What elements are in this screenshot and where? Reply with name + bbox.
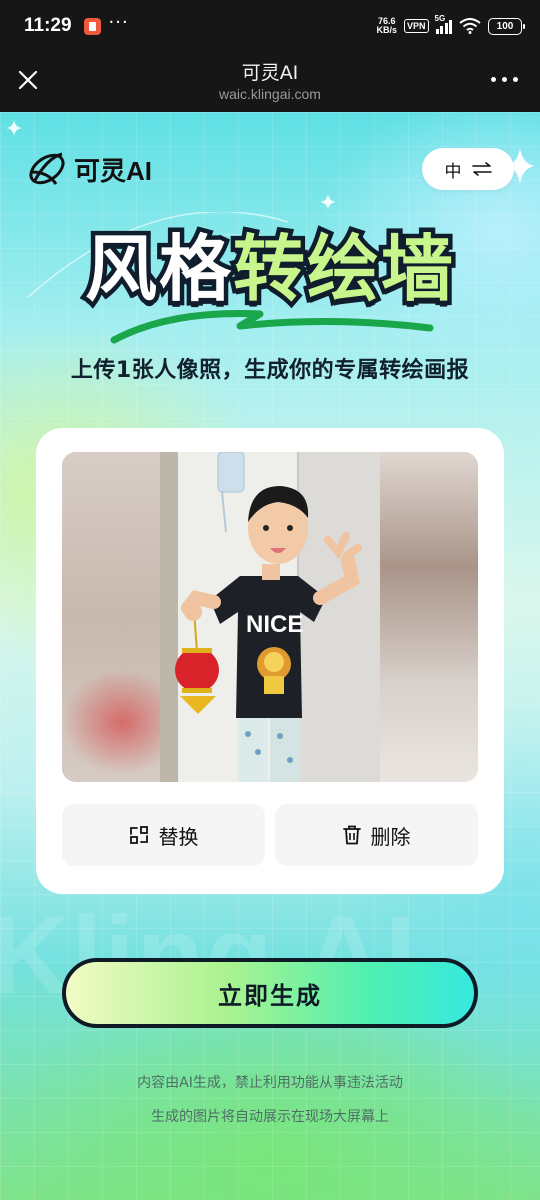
display-notice-text: 生成的图片将自动展示在现场大屏幕上 [151, 1109, 389, 1125]
status-time: 11:29 [24, 15, 72, 36]
replace-icon [129, 826, 148, 844]
browser-url: waic.klingai.com [219, 86, 321, 102]
status-indicators: 76.6 KB/s VPN 5G 100 [376, 14, 525, 35]
wifi-icon [459, 18, 481, 34]
language-label: 中 [444, 161, 462, 182]
battery-level: 100 [496, 20, 514, 32]
uploaded-photo-image: NICE [160, 452, 380, 782]
hero-swoosh [110, 310, 434, 344]
uploaded-photo: NICE [62, 452, 478, 782]
browser-title: 可灵AI [241, 62, 299, 84]
card-actions: 替换 删除 [62, 804, 478, 866]
trash-icon [342, 825, 361, 845]
vpn-badge: VPN [403, 19, 429, 33]
upload-card: NICE 替换 删除 [36, 428, 504, 894]
kling-logo: 可灵AI [26, 148, 152, 190]
status-bar: 11:29 ··· 76.6 KB/s VPN 5G 100 [0, 0, 540, 52]
generate-button[interactable]: 立即生成 [62, 958, 478, 1028]
browser-toolbar: 可灵AI waic.klingai.com [0, 52, 540, 112]
app-notification-icon [83, 17, 101, 35]
swap-arrows-icon [471, 162, 492, 176]
delete-button[interactable]: 删除 [275, 804, 478, 866]
svg-text:NICE: NICE [246, 611, 303, 638]
more-icon[interactable] [491, 77, 518, 82]
replace-label: 替换 [158, 824, 199, 849]
language-toggle[interactable]: 中 [422, 148, 514, 190]
hero-title-part2: 转绘墙 [228, 223, 457, 316]
status-more-icon: ··· [108, 12, 129, 33]
sparkle-icon [320, 194, 336, 210]
page-content: 可灵AI 中 风格转绘墙 上传1张人像照，生成你的专属转绘画报 NICE 替换 … [0, 112, 540, 1200]
sparkle-icon [6, 120, 22, 136]
network-speed-unit: KB/s [376, 25, 397, 35]
replace-button[interactable]: 替换 [62, 804, 265, 866]
disclaimer-text: 内容由AI生成，禁止利用功能从事违法活动 [137, 1075, 403, 1091]
network-speed: 76.6 KB/s [376, 17, 397, 35]
battery-icon: 100 [488, 17, 525, 35]
logo-text: 可灵AI [74, 155, 153, 186]
kling-logo-icon [29, 152, 65, 185]
hero-title-part1: 风格 [80, 223, 235, 316]
signal-label: 5G [434, 14, 446, 23]
hero-subtitle: 上传1张人像照，生成你的专属转绘画报 [70, 358, 470, 383]
signal-icon: 5G [435, 14, 452, 34]
delete-label: 删除 [370, 824, 411, 849]
